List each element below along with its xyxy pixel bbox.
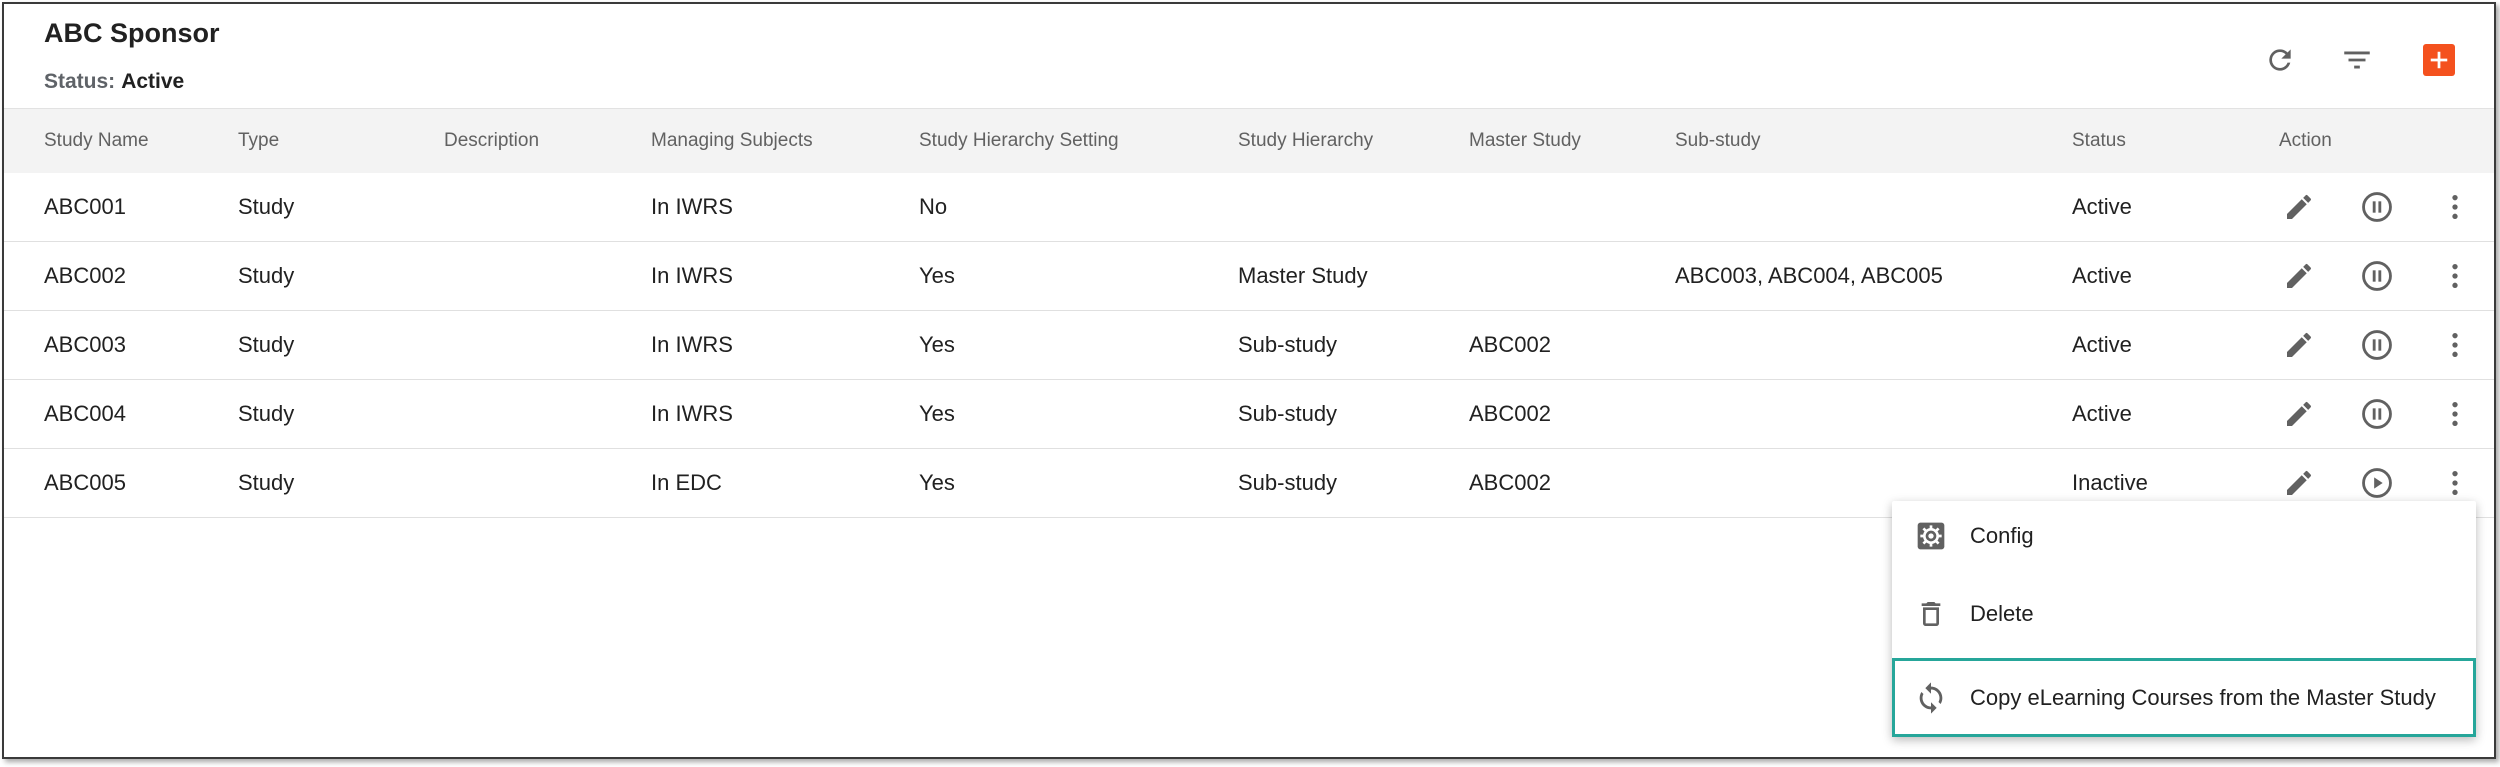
- more-vert-icon: [2439, 191, 2471, 223]
- activate-button[interactable]: [2357, 463, 2397, 503]
- add-icon: [2423, 44, 2455, 76]
- cell-sub-study: ABC003, ABC004, ABC005: [1675, 263, 1943, 288]
- table-row: ABC003 Study In IWRS Yes Sub-study ABC002 Acti…: [4, 311, 2494, 380]
- column-header-description[interactable]: Description: [444, 109, 539, 173]
- cell-study-hierarchy-setting: Yes: [919, 401, 955, 426]
- column-header-action: Action: [2279, 130, 2332, 151]
- menu-item-config[interactable]: Config: [1892, 501, 2476, 571]
- more-vert-icon: [2439, 467, 2471, 499]
- cell-study-name: ABC003: [44, 332, 126, 357]
- edit-button[interactable]: [2279, 325, 2319, 365]
- cell-study-hierarchy: Sub-study: [1238, 332, 1338, 357]
- table-header: Study Name Type Description Managing Sub…: [4, 108, 2494, 174]
- cell-type: Study: [238, 332, 295, 357]
- cell-status: Active: [2072, 401, 2132, 426]
- cell-study-hierarchy-setting: Yes: [919, 263, 955, 288]
- cell-study-hierarchy: Sub-study: [1238, 401, 1338, 426]
- column-header-master-study[interactable]: Master Study: [1469, 109, 1581, 173]
- cell-study-name: ABC002: [44, 263, 126, 288]
- pencil-icon: [2283, 398, 2315, 430]
- column-header-study-hierarchy[interactable]: Study Hierarchy: [1238, 109, 1373, 173]
- pause-icon: [2360, 190, 2394, 224]
- cell-study-name: ABC004: [44, 401, 126, 426]
- deactivate-button[interactable]: [2357, 256, 2397, 296]
- menu-item-label: Copy eLearning Courses from the Master S…: [1970, 684, 2436, 710]
- pause-icon: [2360, 397, 2394, 431]
- menu-item-copy-elearning-courses[interactable]: Copy eLearning Courses from the Master S…: [1892, 658, 2476, 737]
- cell-status: Active: [2072, 332, 2132, 357]
- cell-study-hierarchy: Master Study: [1238, 263, 1368, 288]
- filter-button[interactable]: [2337, 40, 2377, 80]
- more-actions-button[interactable]: [2435, 463, 2475, 503]
- status-label: Status:: [44, 70, 116, 93]
- edit-button[interactable]: [2279, 256, 2319, 296]
- table-row: ABC004 Study In IWRS Yes Sub-study ABC002 Acti…: [4, 380, 2494, 449]
- cell-study-hierarchy-setting: No: [919, 194, 948, 219]
- sync-icon: [1914, 681, 1948, 715]
- pencil-icon: [2283, 329, 2315, 361]
- sponsor-status: Status: Active: [44, 70, 184, 94]
- more-vert-icon: [2439, 398, 2471, 430]
- cell-type: Study: [238, 263, 295, 288]
- cell-managing-subjects: In IWRS: [651, 263, 733, 288]
- cell-type: Study: [238, 401, 295, 426]
- more-actions-button[interactable]: [2435, 256, 2475, 296]
- status-value: Active: [121, 70, 185, 93]
- cell-managing-subjects: In IWRS: [651, 194, 733, 219]
- cell-status: Active: [2072, 194, 2132, 219]
- pencil-icon: [2283, 260, 2315, 292]
- table-row: ABC001 Study In IWRS No Active: [4, 173, 2494, 242]
- column-header-status[interactable]: Status: [2072, 109, 2126, 173]
- cell-type: Study: [238, 194, 295, 219]
- gear-icon: [1914, 519, 1948, 553]
- column-header-study-name[interactable]: Study Name: [44, 109, 149, 173]
- row-context-menu: Config Delete Copy eLearning Courses fro…: [1892, 501, 2476, 737]
- more-actions-button[interactable]: [2435, 325, 2475, 365]
- menu-item-label: Config: [1970, 523, 2034, 548]
- cell-study-hierarchy: Sub-study: [1238, 470, 1338, 495]
- cell-master-study: ABC002: [1469, 401, 1551, 426]
- cell-status: Active: [2072, 263, 2132, 288]
- edit-button[interactable]: [2279, 463, 2319, 503]
- play-icon: [2360, 466, 2394, 500]
- cell-study-name: ABC001: [44, 194, 126, 219]
- sponsor-panel: ABC Sponsor Status: Active Study Name Typ…: [2, 2, 2496, 759]
- deactivate-button[interactable]: [2357, 394, 2397, 434]
- page-title: ABC Sponsor: [44, 18, 220, 48]
- pencil-icon: [2283, 467, 2315, 499]
- deactivate-button[interactable]: [2357, 325, 2397, 365]
- cell-study-hierarchy-setting: Yes: [919, 332, 955, 357]
- deactivate-button[interactable]: [2357, 187, 2397, 227]
- menu-item-label: Delete: [1970, 601, 2034, 626]
- column-header-study-hierarchy-setting[interactable]: Study Hierarchy Setting: [919, 109, 1119, 173]
- menu-item-delete[interactable]: Delete: [1892, 579, 2476, 649]
- cell-study-name: ABC005: [44, 470, 126, 495]
- table-row: ABC002 Study In IWRS Yes Master Study ABC003,…: [4, 242, 2494, 311]
- more-actions-button[interactable]: [2435, 187, 2475, 227]
- cell-master-study: ABC002: [1469, 470, 1551, 495]
- column-header-sub-study[interactable]: Sub-study: [1675, 109, 1761, 173]
- refresh-icon: [2269, 49, 2291, 71]
- cell-master-study: ABC002: [1469, 332, 1551, 357]
- pause-icon: [2360, 259, 2394, 293]
- edit-button[interactable]: [2279, 394, 2319, 434]
- cell-type: Study: [238, 470, 295, 495]
- cell-managing-subjects: In EDC: [651, 470, 722, 495]
- cell-managing-subjects: In IWRS: [651, 401, 733, 426]
- more-actions-button[interactable]: [2435, 394, 2475, 434]
- refresh-button[interactable]: [2260, 40, 2300, 80]
- column-header-managing-subjects[interactable]: Managing Subjects: [651, 109, 813, 173]
- cell-study-hierarchy-setting: Yes: [919, 470, 955, 495]
- more-vert-icon: [2439, 260, 2471, 292]
- add-study-button[interactable]: [2419, 40, 2459, 80]
- pencil-icon: [2283, 191, 2315, 223]
- column-header-type[interactable]: Type: [238, 109, 279, 173]
- trash-icon: [1914, 597, 1948, 631]
- cell-managing-subjects: In IWRS: [651, 332, 733, 357]
- edit-button[interactable]: [2279, 187, 2319, 227]
- filter-icon: [2344, 51, 2370, 69]
- pause-icon: [2360, 328, 2394, 362]
- more-vert-icon: [2439, 329, 2471, 361]
